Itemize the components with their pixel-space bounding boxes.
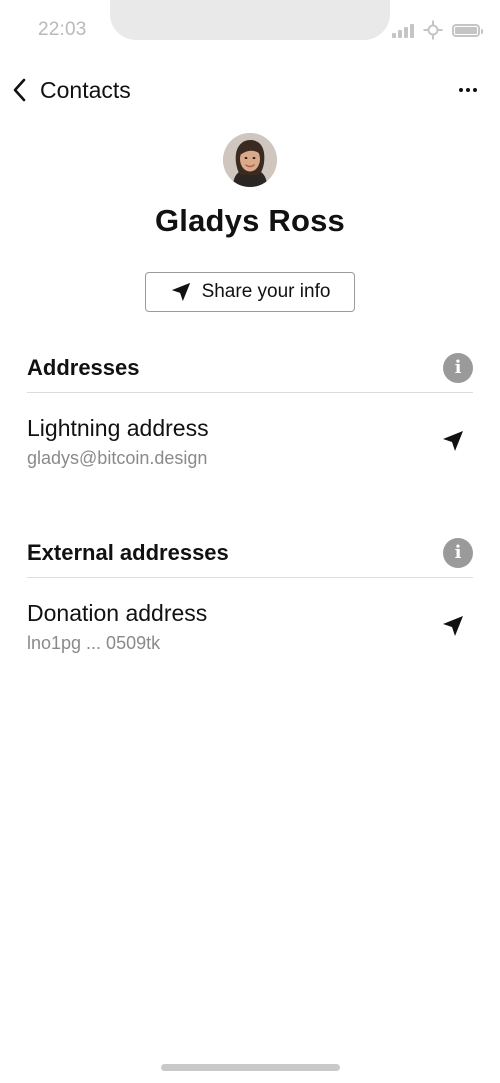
address-label: Donation address	[27, 600, 208, 626]
address-value: lno1pg ... 0509tk	[27, 633, 161, 653]
more-horizontal-icon	[459, 88, 463, 92]
back-button[interactable]: Contacts	[10, 70, 131, 110]
info-icon[interactable]: i	[443, 537, 473, 568]
back-button-label: Contacts	[40, 76, 131, 103]
send-icon	[171, 282, 190, 302]
send-icon[interactable]	[441, 614, 465, 638]
section-title: External addresses	[27, 539, 229, 565]
address-label: Lightning address	[27, 415, 209, 441]
addresses-section: Addresses i Lightning address gladys@bit…	[27, 343, 473, 473]
contact-photo	[223, 133, 277, 187]
more-options-button[interactable]	[456, 78, 480, 102]
share-info-label: Share your info	[201, 281, 331, 302]
external-addresses-section: External addresses i Donation address ln…	[27, 528, 473, 658]
device-notch	[110, 0, 390, 40]
avatar	[223, 133, 277, 187]
navigation-bar: Contacts	[0, 70, 500, 110]
status-icons	[392, 20, 483, 40]
battery-icon	[452, 23, 483, 37]
status-time: 22:03	[38, 19, 87, 40]
address-value: gladys@bitcoin.design	[27, 448, 208, 468]
section-header: External addresses i	[27, 528, 473, 578]
network-icon	[423, 20, 443, 40]
cellular-signal-icon	[392, 23, 414, 38]
share-info-button[interactable]: Share your info	[145, 272, 355, 312]
lightning-address-row[interactable]: Lightning address gladys@bitcoin.design	[27, 393, 473, 473]
chevron-left-icon	[13, 78, 26, 102]
section-header: Addresses i	[27, 343, 473, 393]
info-icon[interactable]: i	[443, 352, 473, 383]
status-bar: 22:03	[0, 0, 500, 56]
donation-address-row[interactable]: Donation address lno1pg ... 0509tk	[27, 578, 473, 658]
send-icon[interactable]	[441, 429, 465, 453]
section-title: Addresses	[27, 354, 140, 380]
contact-name: Gladys Ross	[154, 203, 345, 238]
home-indicator[interactable]	[161, 1064, 340, 1071]
